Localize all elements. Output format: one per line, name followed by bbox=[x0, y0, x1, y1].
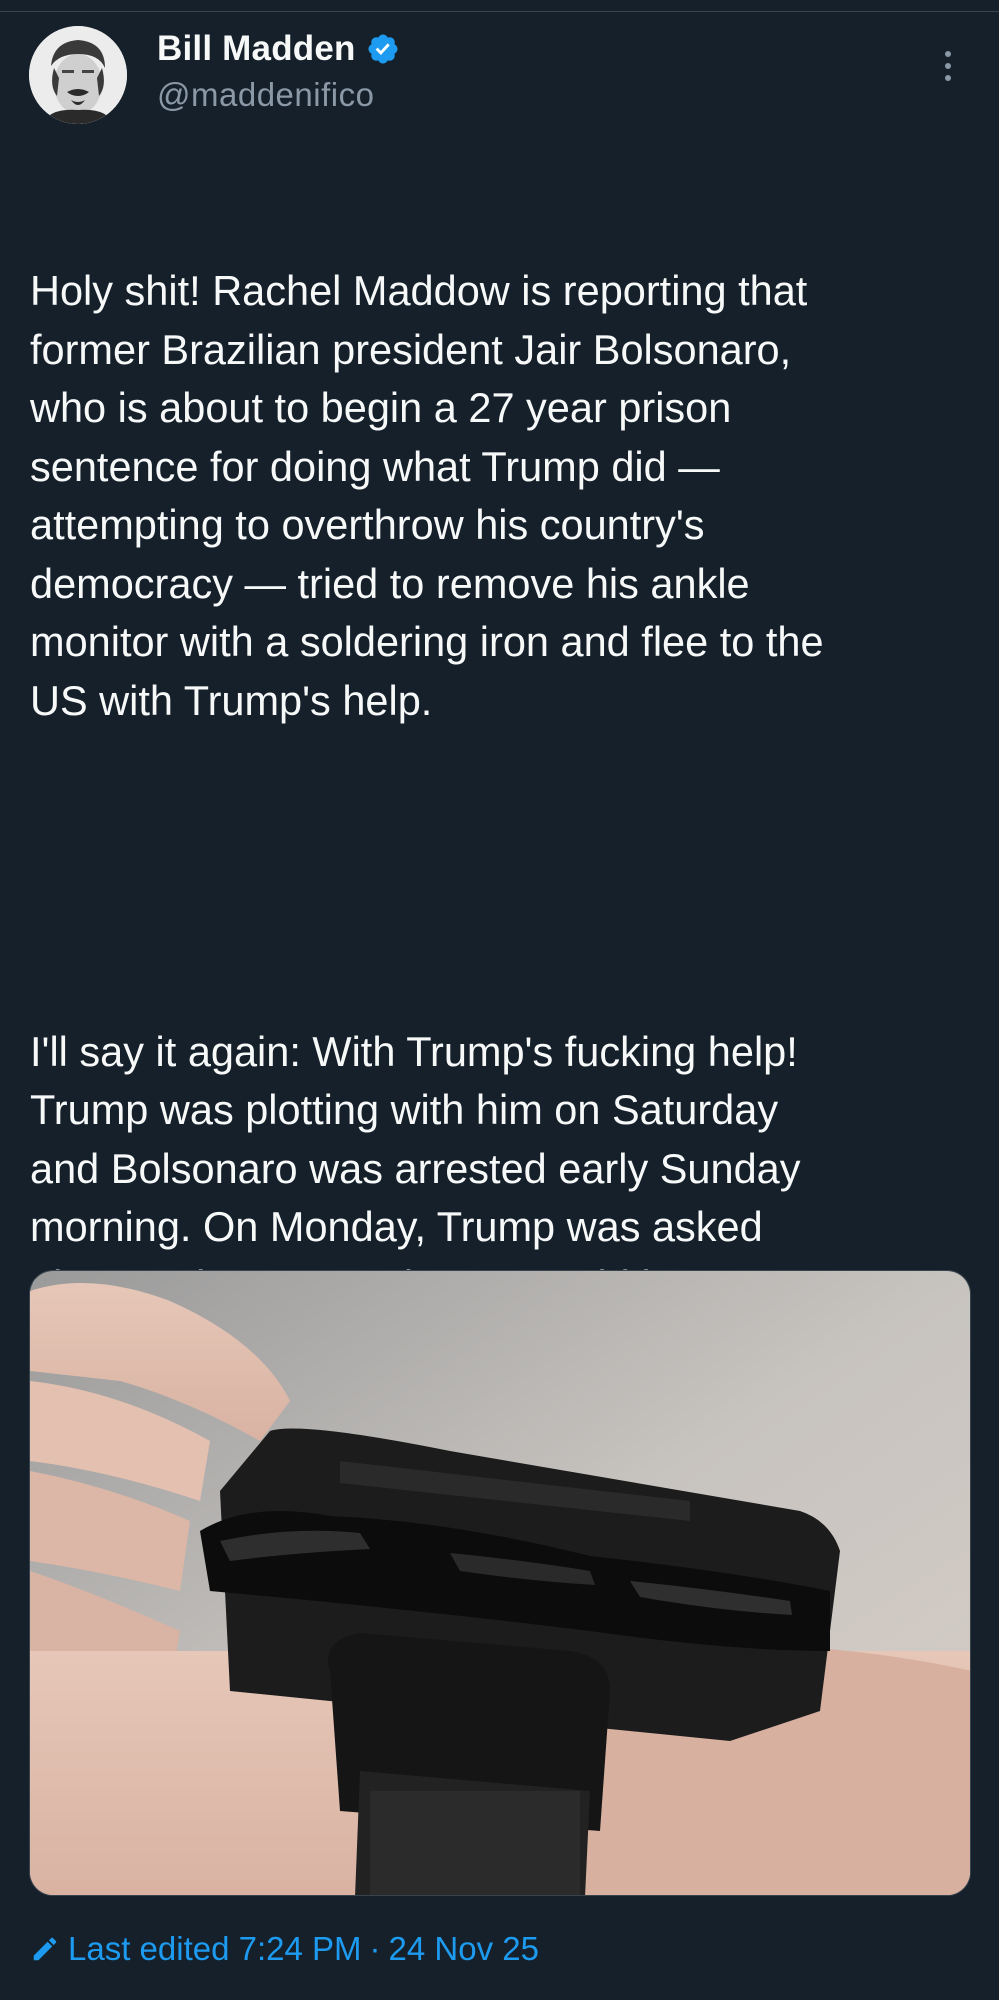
more-vertical-icon-dot bbox=[945, 63, 951, 69]
separator: · bbox=[369, 1930, 381, 1967]
more-vertical-icon bbox=[945, 51, 951, 57]
last-edited-link[interactable]: Last edited 7:24 PM · 24 Nov 25 bbox=[30, 1930, 539, 1968]
tweet-paragraph: Holy shit! Rachel Maddow is reporting th… bbox=[30, 267, 824, 724]
author-block[interactable]: Bill Madden @maddenifico bbox=[157, 26, 400, 114]
more-vertical-icon-dot bbox=[945, 75, 951, 81]
handle[interactable]: @maddenifico bbox=[157, 76, 400, 114]
more-options-button[interactable] bbox=[930, 44, 966, 88]
avatar[interactable] bbox=[29, 26, 127, 124]
top-divider bbox=[0, 0, 999, 12]
burned-ankle-monitor-photo bbox=[30, 1271, 970, 1895]
pencil-icon bbox=[33, 1937, 57, 1961]
display-name[interactable]: Bill Madden bbox=[157, 29, 356, 69]
user-avatar-photo bbox=[29, 26, 127, 124]
tweet-media-image[interactable] bbox=[29, 1270, 971, 1896]
name-row: Bill Madden bbox=[157, 26, 400, 72]
edited-label: Last edited 7:24 PM bbox=[68, 1930, 362, 1967]
edited-date: 24 Nov 25 bbox=[388, 1930, 539, 1967]
verified-badge-icon bbox=[368, 34, 398, 64]
